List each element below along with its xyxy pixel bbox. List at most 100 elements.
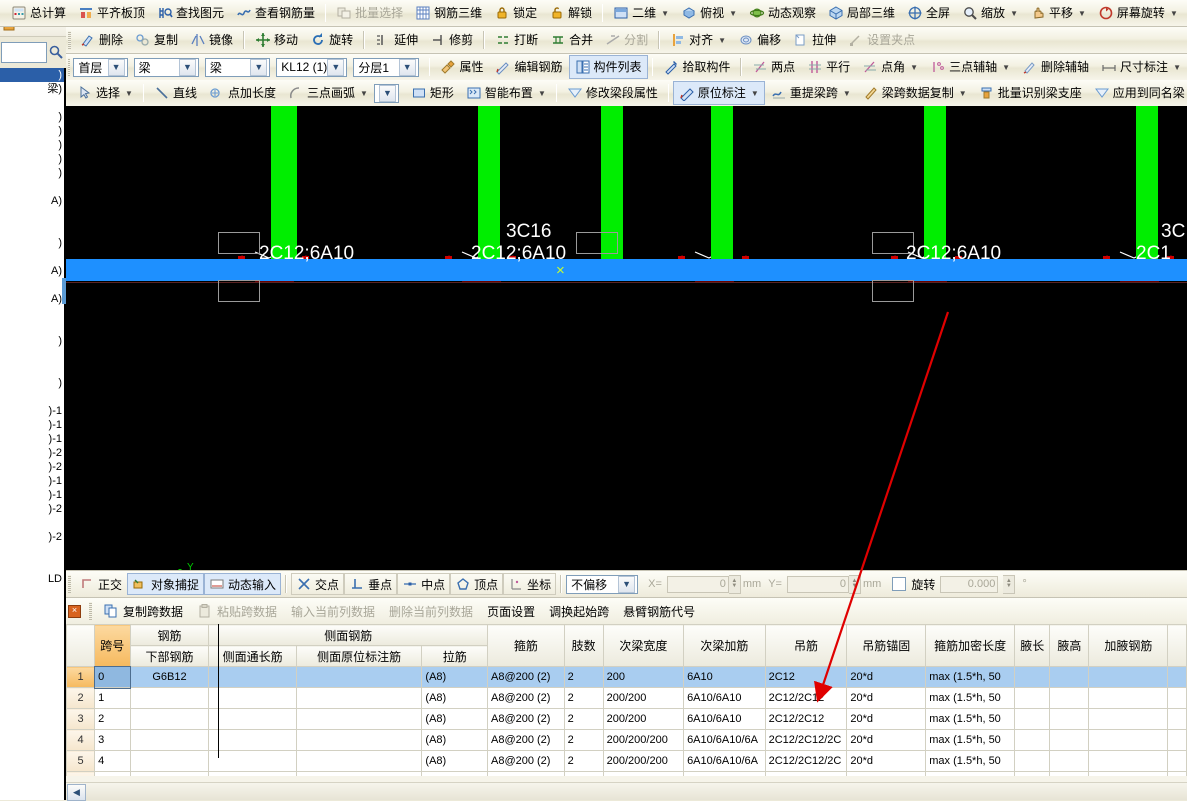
grid-scroll-area[interactable]: 跨号 钢筋 侧面钢筋 箍筋 肢数 次梁宽度 次梁加筋 吊筋 吊筋锚固 箍筋加密长度 腋长 腋高 加腋钢筋…	[66, 624, 1187, 776]
chevron-down-icon[interactable]: ▼	[1170, 9, 1178, 18]
toolbar-button-smart-layout[interactable]: 智能布置 ▼	[460, 81, 552, 105]
chevron-down-icon[interactable]: ▼	[718, 36, 726, 45]
cell-tail[interactable]	[1167, 687, 1187, 709]
column-header-haunch_len[interactable]: 腋长	[1014, 624, 1051, 667]
column-header-sec_beam_width[interactable]: 次梁宽度	[602, 624, 685, 667]
cell-hanger_anchor[interactable]: 20*d	[846, 708, 927, 730]
cell-haunch_rebar[interactable]	[1088, 708, 1169, 730]
tree-node[interactable]: )	[0, 138, 64, 152]
cell-bottom_rebar[interactable]: G6B12	[129, 666, 210, 688]
cell-hanger[interactable]: 2C12/2C12/2C	[764, 729, 848, 751]
cell-legs[interactable]: 2	[563, 666, 604, 688]
outline-box[interactable]	[218, 280, 260, 302]
span-data-table[interactable]: 跨号 钢筋 侧面钢筋 箍筋 肢数 次梁宽度 次梁加筋 吊筋 吊筋锚固 箍筋加密长度 腋长 腋高 加腋钢筋…	[66, 624, 1187, 776]
cell-legs[interactable]: 2	[563, 687, 604, 709]
tree-node[interactable]: 梁)	[0, 82, 64, 96]
column-header-tail[interactable]	[1167, 624, 1187, 667]
rebar-annotation-label[interactable]: 2C12;6A10	[471, 243, 566, 265]
cell-side_insitu[interactable]	[295, 708, 423, 730]
toolbar-button-extend[interactable]: 延伸	[369, 28, 424, 52]
cell-side_through[interactable]	[208, 771, 297, 776]
table-row[interactable]: 3 2 (A8) A8@200 (2) 2 200/200 6A10/6A10 2C12/2C…	[66, 708, 1187, 730]
toolbar-button-apply-same-name[interactable]: 应用到同名梁	[1088, 81, 1187, 105]
toolbar-button-align[interactable]: 对齐 ▼	[664, 28, 732, 52]
column-element[interactable]	[1136, 106, 1158, 262]
cell-haunch_rebar[interactable]	[1088, 729, 1169, 751]
column-group-header-rebar[interactable]: 钢筋	[129, 624, 210, 646]
cell-sec_beam_rebar[interactable]: 6A10/6A10	[683, 687, 766, 709]
cell-haunch_height[interactable]	[1049, 708, 1090, 730]
tree-node[interactable]	[0, 306, 64, 320]
toolbar-button-batch-identify-support[interactable]: 批量识别梁支座	[973, 81, 1088, 105]
cell-hanger_anchor[interactable]: 20*d	[846, 687, 927, 709]
status-toggle-ortho[interactable]: 正交	[74, 573, 127, 595]
toolbar-button-local-3d[interactable]: 局部三维	[822, 1, 901, 25]
toolbar-button-unlock[interactable]: 解锁	[543, 1, 598, 25]
tree-node[interactable]: )	[0, 334, 64, 348]
cell-haunch_rebar[interactable]	[1088, 687, 1169, 709]
grid-horizontal-scrollbar[interactable]: ◀	[66, 782, 1187, 801]
column-header-legs[interactable]: 肢数	[563, 624, 604, 667]
cell-sec_beam_rebar[interactable]: 6A10/6A10/6A	[683, 750, 766, 772]
cell-sec_beam_rebar[interactable]: 6A10	[683, 666, 766, 688]
tree-node[interactable]	[0, 208, 64, 222]
rebar-annotation-label[interactable]: 3C16	[506, 221, 551, 243]
tree-node[interactable]: )-2	[0, 460, 64, 474]
cell-haunch_height[interactable]	[1049, 729, 1090, 751]
tree-node[interactable]: LD	[0, 572, 64, 586]
toolbar-button-mirror[interactable]: 镜像	[184, 28, 239, 52]
column-header-side_insitu[interactable]: 侧面原位标注筋	[295, 645, 423, 667]
cell-side_through[interactable]	[208, 708, 297, 730]
toolbar-gripper[interactable]	[68, 58, 71, 76]
chevron-down-icon[interactable]: ▼	[378, 84, 396, 102]
cell-tie[interactable]: (A8)	[421, 729, 488, 751]
cell-haunch_len[interactable]	[1014, 687, 1051, 709]
cell-haunch_height[interactable]	[1049, 771, 1090, 776]
cell-hanger_anchor[interactable]: 20*d	[846, 750, 927, 772]
cell-side_insitu[interactable]	[295, 729, 423, 751]
tree-node[interactable]: )	[0, 376, 64, 390]
tree-node[interactable]	[0, 390, 64, 404]
chevron-down-icon[interactable]: ▼	[1010, 9, 1018, 18]
cell-sec_beam_rebar[interactable]: 6A10/6A10	[683, 708, 766, 730]
search-icon[interactable]	[48, 44, 64, 60]
outline-box[interactable]	[218, 232, 260, 254]
toolbar-button-dimension[interactable]: 尺寸标注 ▼	[1095, 55, 1187, 79]
column-element[interactable]	[711, 106, 733, 262]
cell-rowno[interactable]: 2	[66, 687, 96, 709]
chevron-down-icon[interactable]: ▼	[107, 58, 125, 76]
chevron-down-icon[interactable]: ▼	[1002, 63, 1010, 72]
toolbar-gripper[interactable]	[89, 602, 92, 620]
toolbar-button-properties[interactable]: 属性	[434, 55, 489, 79]
cell-tail[interactable]	[1167, 666, 1187, 688]
rebar-annotation-label[interactable]: 2C1	[1136, 243, 1171, 265]
cell-hanger[interactable]: 2C12/2C12/2C	[764, 750, 848, 772]
rebar-annotation-label[interactable]: 3C	[1161, 221, 1185, 243]
chevron-down-icon[interactable]: ▼	[661, 9, 669, 18]
column-header-sec_beam_rebar[interactable]: 次梁加筋	[683, 624, 766, 667]
cell-tail[interactable]	[1167, 771, 1187, 776]
grid-corner-header[interactable]	[66, 624, 96, 667]
toolbar-button-point-angle[interactable]: 点角 ▼	[856, 55, 924, 79]
cell-sec_beam_width[interactable]: 200/200/200	[602, 729, 685, 751]
chevron-down-icon[interactable]: ▼	[250, 58, 268, 76]
category-combo[interactable]: 梁 ▼	[133, 57, 199, 77]
chevron-down-icon[interactable]: ▼	[729, 9, 737, 18]
offset-mode-combo[interactable]: 不偏移 ▼	[566, 574, 639, 594]
rotate-checkbox[interactable]	[892, 577, 907, 591]
cell-bottom_rebar[interactable]	[129, 687, 210, 709]
cell-haunch_len[interactable]	[1014, 771, 1051, 776]
cell-rowno[interactable]: 4	[66, 729, 96, 751]
tree-node[interactable]: )	[0, 166, 64, 180]
component-type-combo[interactable]: 梁 ▼	[204, 57, 271, 77]
y-coordinate-input[interactable]: 0	[786, 575, 849, 593]
tree-node[interactable]: A)	[0, 292, 64, 306]
tree-node[interactable]: )	[0, 68, 64, 82]
cell-tie[interactable]: (A8)	[421, 750, 488, 772]
draw-style-combo[interactable]: ▼	[373, 83, 399, 103]
grid-tool-0[interactable]: 复制跨数据	[97, 601, 189, 621]
cell-span_no[interactable]: 5	[94, 771, 131, 776]
cell-stirrup_dense_len[interactable]: max (1.5*h, 50	[925, 771, 1016, 776]
toolbar-button-rectangle[interactable]: 矩形	[405, 81, 460, 105]
toolbar-button-modify-beam-seg[interactable]: 修改梁段属性	[561, 81, 664, 105]
